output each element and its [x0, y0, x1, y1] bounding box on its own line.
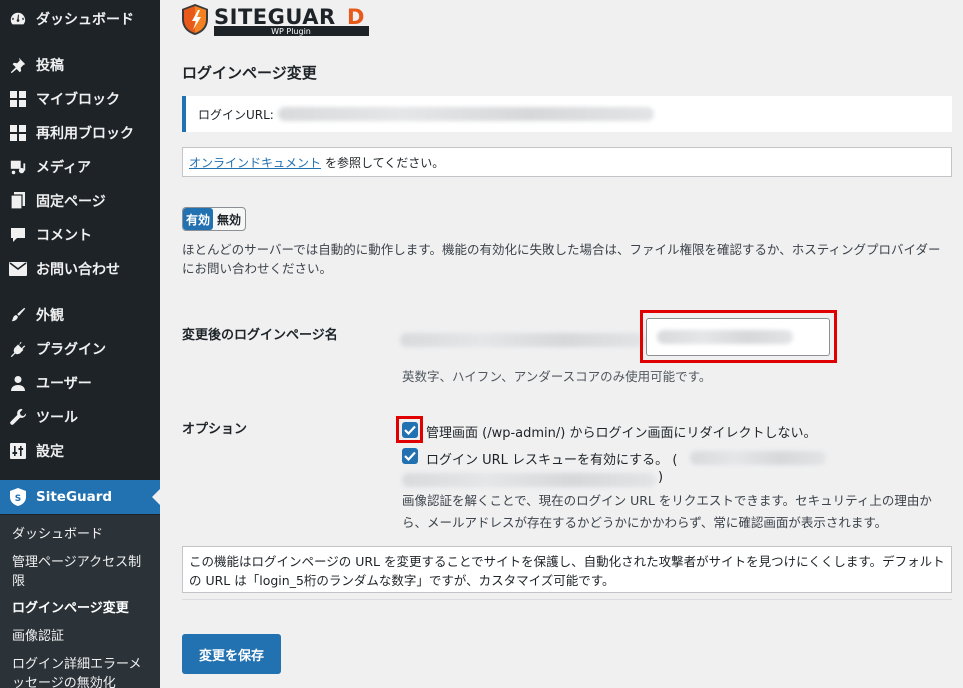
settings-icon [0, 443, 36, 459]
sidebar-item-label: 再利用ブロック [36, 126, 134, 142]
divider [182, 599, 952, 600]
sidebar-item-appearance[interactable]: 外観 [0, 298, 160, 332]
sidebar-item-pages[interactable]: 固定ページ [0, 184, 160, 218]
main-content: SITEGUAR D WP Plugin ログインページ変更 ログインURL: … [160, 0, 963, 688]
siteguard-icon: S [0, 488, 36, 506]
sidebar-item-comments[interactable]: コメント [0, 218, 160, 252]
siteguard-submenu: ダッシュボード 管理ページアクセス制限 ログインページ変更 画像認証 ログイン詳… [0, 515, 160, 688]
toggle-description: ほとんどのサーバーでは自動的に動作します。機能の有効化に失敗した場合は、ファイル… [182, 242, 941, 276]
media-icon [0, 158, 36, 176]
feature-info-box: この機能はログインページの URL を変更することでサイトを保護し、自動化された… [182, 546, 952, 593]
feature-info-text: この機能はログインページの URL を変更することでサイトを保護し、自動化された… [189, 554, 945, 588]
sidebar-item-media[interactable]: メディア [0, 150, 160, 184]
feature-toggle[interactable]: 有効 無効 [182, 207, 247, 231]
save-changes-button[interactable]: 変更を保存 [182, 634, 281, 674]
url-rescue-label: ログイン URL レスキューを有効にする。 ( [426, 453, 678, 468]
option-description: 画像認証を解くことで、現在のログイン URL をリクエストできます。セキュリティ… [402, 493, 932, 530]
option-label: オプション [182, 422, 248, 437]
login-url-notice: ログインURL: [182, 96, 952, 132]
rename-login-label: 変更後のログインページ名 [182, 328, 338, 343]
sidebar-item-my-blocks[interactable]: マイブロック [0, 82, 160, 116]
sidebar-item-label: お問い合わせ [36, 262, 120, 278]
submenu-item-admin-filter[interactable]: 管理ページアクセス制限 [12, 553, 152, 591]
rescue-url-blurred-cont [402, 473, 656, 487]
login-path-prefix-blurred [400, 333, 646, 347]
login-url-label: ログインURL: [198, 107, 274, 122]
no-redirect-checkbox[interactable] [402, 422, 418, 438]
sidebar-item-plugins[interactable]: プラグイン [0, 332, 160, 366]
sidebar-item-label: メディア [36, 160, 92, 176]
sidebar-item-users[interactable]: ユーザー [0, 366, 160, 400]
submenu-item-captcha[interactable]: 画像認証 [12, 627, 152, 646]
sidebar-item-label: 外観 [36, 308, 64, 324]
sidebar-item-label: コメント [36, 228, 92, 244]
sidebar-item-label: ユーザー [36, 376, 92, 392]
blocks-icon [0, 125, 36, 141]
url-rescue-checkbox[interactable] [402, 448, 418, 464]
sidebar-item-label: ダッシュボード [36, 12, 134, 28]
online-docs-link[interactable]: オンラインドキュメント [189, 154, 321, 171]
mail-icon [0, 262, 36, 276]
slug-hint: 英数字、ハイフン、アンダースコアのみ使用可能です。 [402, 369, 712, 384]
siteguard-logo: SITEGUAR D WP Plugin [180, 2, 372, 42]
checkmark-icon [404, 451, 416, 461]
submenu-item-rename-login[interactable]: ログインページ変更 [12, 599, 152, 618]
sidebar-item-siteguard[interactable]: S SiteGuard [0, 480, 160, 514]
page-title: ログインページ変更 [182, 64, 317, 82]
toggle-enabled[interactable]: 有効 [183, 208, 214, 230]
pin-icon [0, 56, 36, 74]
svg-text:D: D [347, 5, 364, 29]
admin-sidebar: ダッシュボード 投稿 マイブロック 再利用ブロック メディア 固定ページ コメン… [0, 0, 160, 688]
sidebar-item-label: 固定ページ [36, 194, 106, 210]
svg-text:S: S [15, 494, 21, 504]
documentation-notice: オンラインドキュメント を参照してください。 [182, 147, 952, 177]
submenu-item-disable-error[interactable]: ログイン詳細エラーメッセージの無効化 [12, 655, 152, 688]
toggle-disabled[interactable]: 無効 [213, 208, 245, 230]
blocks-icon [0, 91, 36, 107]
sidebar-item-label: ツール [36, 410, 78, 426]
sidebar-item-dashboard[interactable]: ダッシュボード [0, 2, 160, 36]
sidebar-item-label: SiteGuard [36, 489, 113, 505]
login-slug-value-blurred [657, 330, 793, 344]
sidebar-item-label: 投稿 [36, 58, 64, 74]
no-redirect-label: 管理画面 (/wp-admin/) からログイン画面にリダイレクトしない。 [426, 426, 817, 441]
doc-suffix-text: を参照してください。 [325, 155, 445, 170]
logo-wordmark: SITEGUAR [214, 5, 336, 29]
brush-icon [0, 306, 36, 324]
dashboard-icon [0, 10, 36, 28]
sidebar-item-tools[interactable]: ツール [0, 400, 160, 434]
page-icon [0, 192, 36, 210]
sidebar-item-posts[interactable]: 投稿 [0, 48, 160, 82]
sidebar-item-contact[interactable]: お問い合わせ [0, 252, 160, 286]
sidebar-item-label: 設定 [36, 444, 64, 460]
rescue-url-close: ) [658, 470, 664, 485]
sidebar-item-label: マイブロック [36, 92, 120, 108]
logo-subtitle: WP Plugin [271, 27, 311, 36]
sidebar-item-label: プラグイン [36, 342, 106, 358]
sidebar-item-reusable-blocks[interactable]: 再利用ブロック [0, 116, 160, 150]
current-menu-arrow [152, 489, 160, 505]
login-slug-input[interactable] [646, 318, 830, 356]
checkmark-icon [404, 425, 416, 435]
user-icon [0, 375, 36, 391]
comment-icon [0, 227, 36, 243]
wrench-icon [0, 408, 36, 426]
sidebar-item-settings[interactable]: 設定 [0, 434, 160, 468]
rescue-url-blurred [690, 451, 826, 465]
submenu-item-dashboard[interactable]: ダッシュボード [12, 525, 152, 544]
plugin-icon [0, 340, 36, 358]
login-url-value-blurred [277, 107, 654, 121]
